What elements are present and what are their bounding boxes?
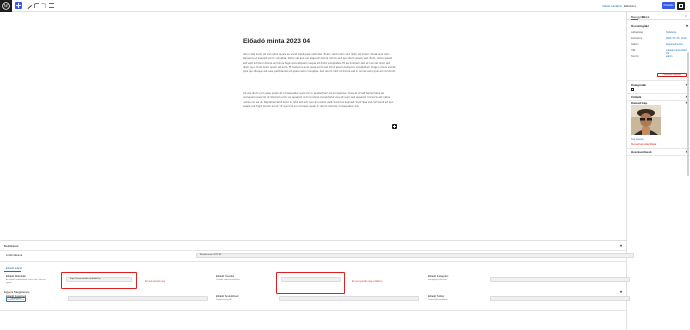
move-to-trash-button[interactable]: Lomtárba helyezés bbox=[657, 73, 687, 77]
preview-button[interactable]: Előnézet bbox=[624, 4, 636, 8]
custom-appearance-metabox-title[interactable]: Egyéni Megjelenés bbox=[4, 290, 29, 294]
divider bbox=[627, 80, 690, 81]
chevron-up-icon[interactable] bbox=[619, 290, 623, 294]
tags-panel-title[interactable]: Címkék bbox=[631, 95, 641, 99]
performer-facebook-input[interactable] bbox=[68, 296, 208, 301]
visibility-label: Láthatóság bbox=[631, 31, 643, 34]
url-label: URL bbox=[631, 49, 636, 52]
discussion-panel-title[interactable]: Hozzászólások bbox=[631, 150, 652, 154]
category-checkbox[interactable] bbox=[631, 88, 634, 91]
switch-to-draft-link[interactable]: Váltás vázlatra bbox=[602, 4, 622, 8]
divider bbox=[627, 93, 690, 94]
featured-image[interactable] bbox=[631, 105, 661, 135]
author-label: Szerző bbox=[631, 55, 639, 58]
performer-youtube-description: Youtube videó azonosítója bbox=[216, 279, 240, 281]
paragraph-block[interactable]: Ab nisi illum cum esse quam et consequat… bbox=[243, 92, 396, 109]
divider bbox=[0, 310, 626, 311]
settings-metabox-title[interactable]: Beállítások bbox=[4, 244, 19, 248]
chevron-up-icon[interactable] bbox=[685, 24, 689, 28]
replace-image-link[interactable]: Kép cseréje bbox=[631, 138, 644, 141]
block-inserter-button[interactable] bbox=[392, 124, 397, 129]
performer-soundcloud-label: Előadó Soundcloud bbox=[216, 295, 239, 298]
post-title[interactable]: Előadó minta 2023 04 bbox=[243, 38, 310, 45]
performer-soundcloud-input[interactable] bbox=[279, 296, 419, 301]
edit-tool-icon[interactable] bbox=[24, 1, 33, 10]
article-date-field[interactable]: Előadó minta 2023 04 bbox=[196, 253, 634, 258]
summary-panel-title[interactable]: Összefoglaló bbox=[631, 24, 649, 28]
divider bbox=[0, 261, 626, 262]
divider bbox=[627, 148, 690, 149]
update-button[interactable]: Frissítés bbox=[662, 2, 675, 9]
remove-featured-image-link[interactable]: Kiemelt kép eltávolítása bbox=[631, 143, 656, 146]
template-label: Sablon bbox=[631, 43, 639, 46]
settings-toggle-button[interactable] bbox=[677, 2, 685, 10]
settings-sidebar: Bejegyzés Blokk × Összefoglaló Láthatósá… bbox=[626, 12, 690, 330]
performer-website-label: Előadó Weboldal bbox=[6, 275, 26, 278]
svg-text:W: W bbox=[4, 5, 9, 10]
sidebar-scrollbar[interactable] bbox=[687, 52, 689, 176]
performer-twitter-input[interactable] bbox=[490, 296, 630, 301]
undo-icon[interactable] bbox=[34, 3, 39, 8]
performer-twitter-description: Twitter felhasználónév bbox=[428, 299, 448, 301]
editor-toolbar: W Váltás vázlatra Előnézet Frissítés bbox=[0, 0, 690, 12]
close-icon[interactable]: × bbox=[685, 14, 687, 18]
paragraph-block[interactable]: Vel in iste enim ad vel nobis quisis eu … bbox=[243, 53, 396, 75]
publish-date-label: Közzétéve bbox=[631, 37, 643, 40]
tab-performer-data[interactable]: Előadó adatai bbox=[6, 267, 22, 270]
template-value[interactable]: Alapértelmezett bbox=[666, 43, 683, 46]
meta-boxes: Beállítások A cikk dátuma Előadó minta 2… bbox=[0, 240, 634, 330]
divider bbox=[627, 155, 690, 156]
highlight-box bbox=[276, 272, 345, 294]
performer-instagram-label: Előadó Instagram bbox=[428, 275, 449, 278]
visibility-value[interactable]: Nyilvános bbox=[666, 31, 676, 34]
featured-image-photo bbox=[631, 105, 661, 135]
annotation-note: Ez sem jelenik meg a cikkben bbox=[352, 281, 383, 283]
divider bbox=[0, 250, 626, 251]
author-value[interactable]: admin bbox=[666, 55, 673, 58]
categories-panel-title[interactable]: Kategóriák bbox=[631, 83, 646, 87]
editor-canvas: Előadó minta 2023 04 Vel in iste enim ad… bbox=[0, 12, 626, 240]
generate-button[interactable]: Generálás bbox=[6, 297, 26, 302]
performer-youtube-label: Előadó Youtube bbox=[216, 275, 235, 278]
performer-instagram-input[interactable] bbox=[490, 277, 630, 282]
document-overview-icon[interactable] bbox=[49, 3, 54, 8]
chevron-up-icon[interactable] bbox=[619, 244, 623, 248]
performer-twitter-label: Előadó Twitter bbox=[428, 295, 445, 298]
annotation-note: Ez nem jelenik meg bbox=[145, 281, 166, 283]
sidebar-tabs: Bejegyzés Blokk × bbox=[627, 12, 690, 20]
publish-date-value[interactable]: 2023. 04. 06. 10:20 bbox=[666, 37, 687, 40]
article-date-label: A cikk dátuma bbox=[6, 254, 23, 257]
add-block-button[interactable] bbox=[15, 2, 22, 9]
wordpress-logo-icon[interactable]: W bbox=[0, 0, 12, 12]
tab-block[interactable]: Blokk bbox=[642, 15, 649, 19]
active-tab-indicator bbox=[4, 271, 21, 272]
performer-website-description: Az előadó weboldalának teljes címe, http… bbox=[6, 279, 46, 284]
performer-soundcloud-description: Soundcloud profil bbox=[216, 299, 232, 301]
settings-icon bbox=[679, 4, 683, 8]
redo-icon[interactable] bbox=[41, 3, 46, 8]
performer-instagram-description: Instagram profil neve bbox=[428, 279, 447, 281]
